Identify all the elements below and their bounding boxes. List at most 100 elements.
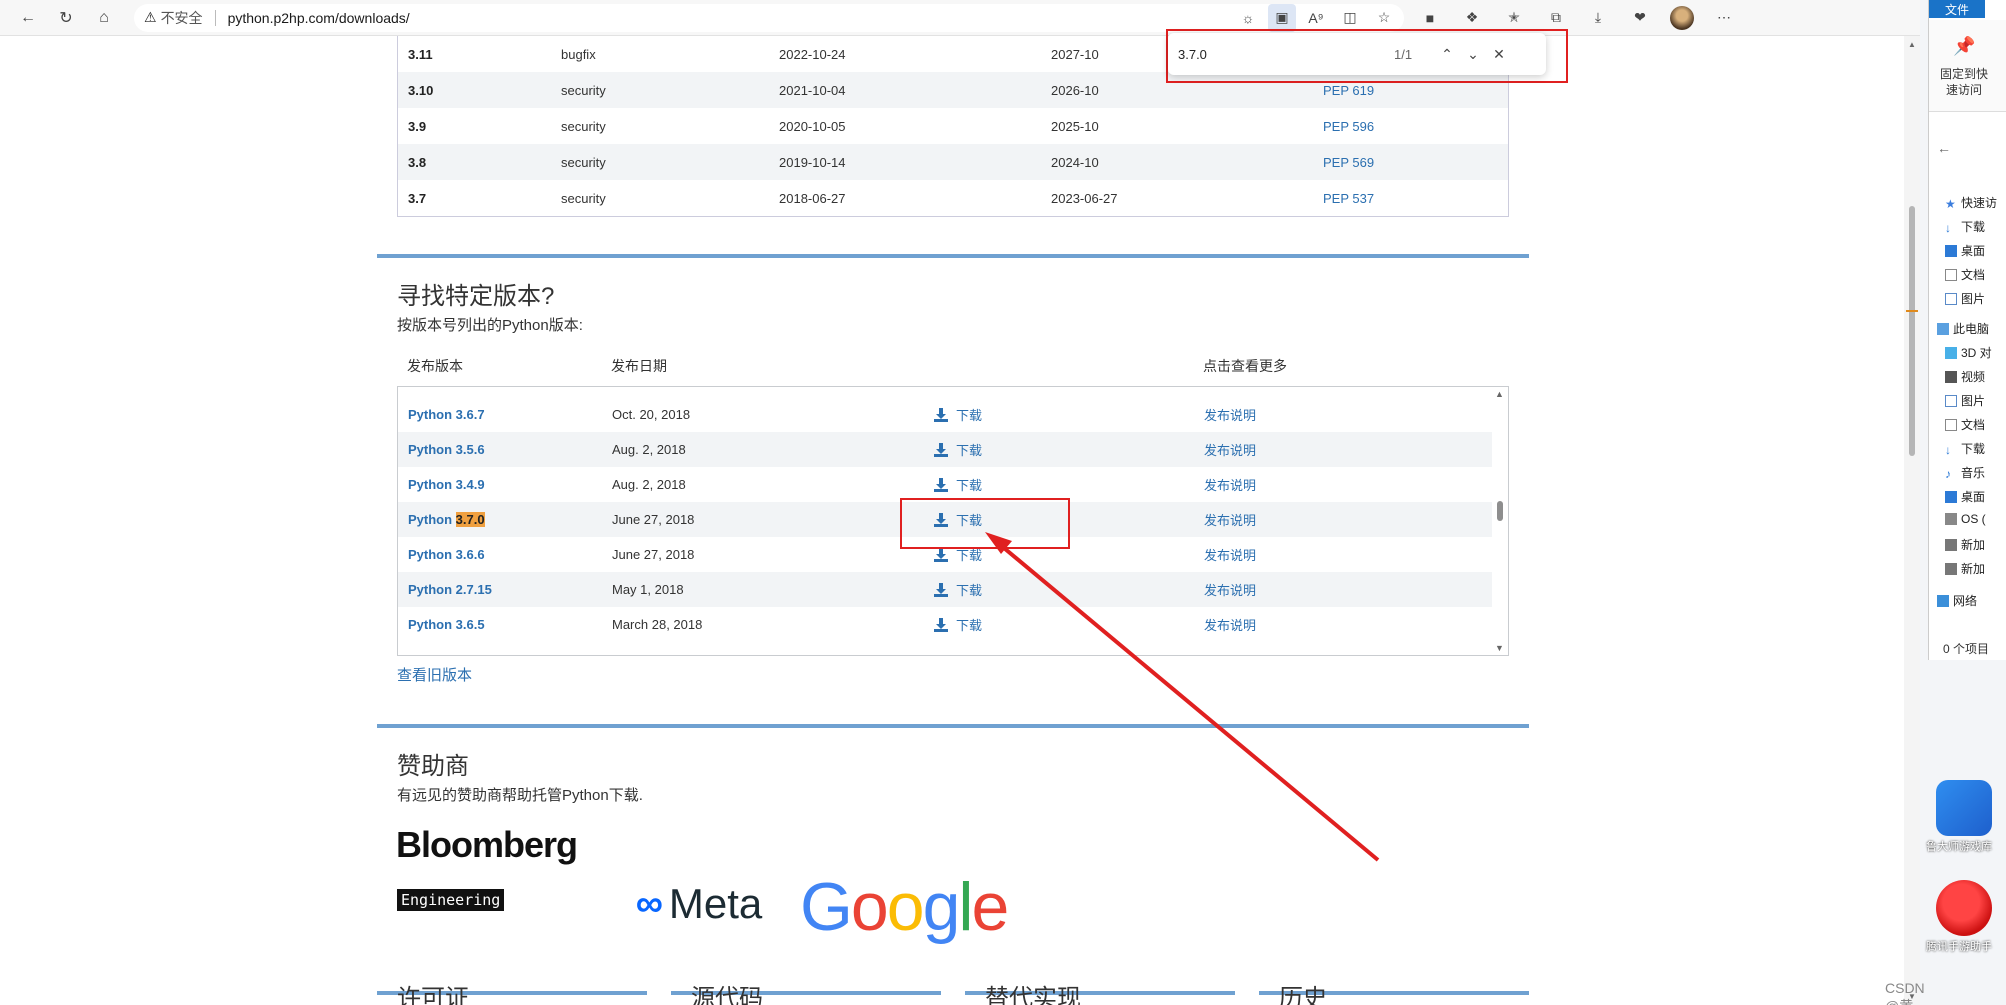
release-version: 3.8	[408, 154, 427, 170]
release-status: security	[561, 118, 606, 134]
explorer-item[interactable]: 新加	[1945, 536, 1985, 553]
meta-logo[interactable]: ∞ Meta	[600, 862, 798, 946]
footer-source-title[interactable]: 源代码	[691, 978, 763, 1005]
table-row: 3.9 security 2020-10-05 2025-10 PEP 596	[398, 108, 1508, 144]
explorer-item[interactable]: 图片	[1945, 392, 1985, 409]
explorer-item[interactable]: ↓ 下载	[1945, 218, 1985, 235]
explorer-item[interactable]: ↓ 下载	[1945, 440, 1985, 457]
explorer-item[interactable]: 文档	[1945, 266, 1985, 283]
find-close-icon[interactable]: ✕	[1486, 41, 1512, 67]
release-notes-link[interactable]: 发布说明	[1204, 545, 1256, 564]
explorer-item[interactable]: 视频	[1945, 368, 1985, 385]
explorer-item[interactable]: 新加	[1945, 560, 1985, 577]
footer-alternatives-title[interactable]: 替代实现	[985, 978, 1081, 1005]
release-pep-link[interactable]: PEP 596	[1323, 119, 1374, 134]
favorite-star-icon[interactable]: ☆	[1370, 4, 1398, 32]
url-text[interactable]: python.p2hp.com/downloads/	[228, 10, 410, 26]
release-link[interactable]: Python 3.6.5	[398, 617, 612, 632]
page-scroll-thumb[interactable]	[1909, 206, 1915, 456]
extensions-puzzle-icon[interactable]: ❖	[1456, 4, 1488, 32]
home-icon[interactable]: ⌂	[88, 4, 120, 32]
ie-mode-icon[interactable]: ☼	[1234, 4, 1262, 32]
downloads-icon[interactable]: ⤓	[1582, 4, 1614, 32]
download-label: 下载	[956, 408, 983, 423]
favorites-icon[interactable]: ✭	[1498, 4, 1530, 32]
pin-icon[interactable]: 📌	[1953, 36, 1975, 57]
view-older-releases-link[interactable]: 查看旧版本	[397, 664, 472, 685]
read-aloud-icon[interactable]: A⁹	[1302, 4, 1330, 32]
release-pep-link[interactable]: PEP 569	[1323, 155, 1374, 170]
scroll-down-icon[interactable]: ▼	[1495, 643, 1504, 653]
footer-license-title[interactable]: 许可证	[397, 978, 469, 1005]
list-item: Python 2.7.15 May 1, 2018 下载 发布说明	[398, 572, 1493, 607]
release-pep-link[interactable]: PEP 537	[1323, 191, 1374, 206]
explorer-back-icon[interactable]: ←	[1937, 140, 1951, 156]
download-link[interactable]: 下载	[934, 615, 1204, 634]
google-logo[interactable]: Google	[800, 868, 1010, 946]
explorer-item[interactable]: 图片	[1945, 290, 1985, 307]
refresh-icon[interactable]: ↻	[50, 4, 82, 32]
desktop-icon-label: 腾讯手游助手	[1926, 941, 1992, 953]
release-link[interactable]: Python 3.5.6	[398, 442, 612, 457]
release-link[interactable]: Python 2.7.15	[398, 582, 612, 597]
download-link[interactable]: 下载	[934, 580, 1204, 599]
find-previous-icon[interactable]: ⌃	[1434, 41, 1460, 67]
split-screen-icon[interactable]: ◫	[1336, 4, 1364, 32]
google-letter: g	[922, 869, 961, 945]
pin-to-quick-access-label[interactable]: 固定到快速访问	[1937, 66, 1991, 98]
more-menu-icon[interactable]: ⋯	[1708, 4, 1740, 32]
list-scroll-thumb[interactable]	[1497, 501, 1503, 521]
explorer-item[interactable]: 此电脑	[1937, 320, 1989, 337]
download-label: 下载	[956, 618, 983, 633]
footer-history-title[interactable]: 历史	[1279, 978, 1327, 1005]
performance-icon[interactable]: ❤	[1624, 4, 1656, 32]
download-link[interactable]: 下载	[934, 440, 1204, 459]
download-link[interactable]: 下载	[934, 405, 1204, 424]
profile-avatar[interactable]	[1666, 4, 1698, 32]
page-scrollbar[interactable]: ▲ ▼	[1904, 36, 1920, 1005]
release-link[interactable]: Python 3.6.7	[398, 407, 612, 422]
release-link[interactable]: Python 3.7.0	[398, 512, 612, 527]
address-separator	[214, 9, 216, 26]
explorer-item[interactable]: ♪ 音乐	[1945, 464, 1985, 481]
app-available-icon[interactable]: ▣	[1268, 3, 1296, 32]
explorer-item[interactable]: OS (	[1945, 512, 1986, 526]
download-link[interactable]: 下载	[934, 475, 1204, 494]
release-version-number: 3.6.7	[455, 407, 485, 422]
collections-icon[interactable]: ⧉	[1540, 4, 1572, 32]
release-link[interactable]: Python 3.4.9	[398, 477, 612, 492]
mobile-game-assistant-icon[interactable]	[1936, 880, 1992, 936]
release-notes-link[interactable]: 发布说明	[1204, 440, 1256, 459]
back-icon[interactable]: ←	[12, 4, 44, 32]
explorer-item[interactable]: ★ 快速访	[1945, 194, 1997, 211]
release-notes-link[interactable]: 发布说明	[1204, 580, 1256, 599]
bloomberg-logo[interactable]: Bloomberg	[396, 824, 578, 866]
scroll-up-icon[interactable]: ▲	[1495, 389, 1504, 399]
release-version-number: 2.7.15	[455, 582, 492, 597]
explorer-item[interactable]: 桌面	[1945, 488, 1985, 505]
release-date: March 28, 2018	[612, 617, 703, 632]
address-bar[interactable]: ⚠ 不安全 python.p2hp.com/downloads/ ☼ ▣ A⁹ …	[134, 3, 1404, 32]
find-input[interactable]	[1178, 46, 1388, 62]
find-next-icon[interactable]: ⌄	[1460, 41, 1486, 67]
game-app-icon[interactable]	[1936, 780, 1992, 836]
explorer-item[interactable]: 桌面	[1945, 242, 1985, 259]
release-notes-link[interactable]: 发布说明	[1204, 510, 1256, 529]
explorer-item[interactable]: 3D 对	[1945, 344, 1992, 361]
drive-icon	[1945, 538, 1957, 551]
release-notes-link[interactable]: 发布说明	[1204, 405, 1256, 424]
release-notes-link[interactable]: 发布说明	[1204, 615, 1256, 634]
google-letter: e	[971, 869, 1010, 945]
release-prefix: Python	[408, 582, 456, 597]
release-notes-link[interactable]: 发布说明	[1204, 475, 1256, 494]
list-scrollbar[interactable]: ▲ ▼	[1492, 387, 1508, 655]
explorer-item[interactable]: 文档	[1945, 416, 1985, 433]
release-link[interactable]: Python 3.6.6	[398, 547, 612, 562]
release-pep-link[interactable]: PEP 619	[1323, 83, 1374, 98]
browser-toolbar: ← ↻ ⌂ ⚠ 不安全 python.p2hp.com/downloads/ ☼…	[0, 0, 1920, 36]
scroll-up-icon[interactable]: ▲	[1908, 40, 1916, 49]
picture-icon	[1945, 292, 1957, 305]
explorer-file-tab[interactable]: 文件	[1929, 0, 1985, 18]
explorer-item[interactable]: 网络	[1937, 592, 1977, 609]
extension-icon[interactable]: ■	[1414, 4, 1446, 32]
